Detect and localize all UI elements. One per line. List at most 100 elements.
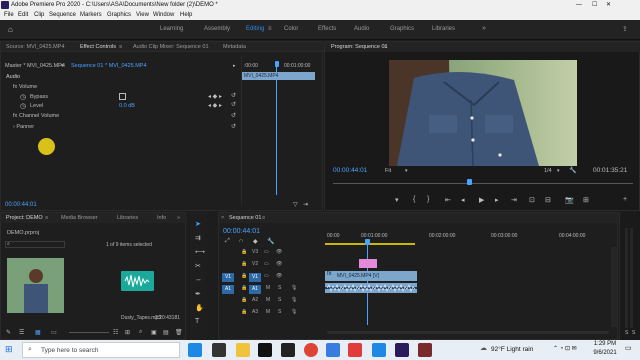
add-marker-icon[interactable]: ◆	[253, 238, 258, 245]
fx-channel-volume[interactable]: fx Channel Volume	[13, 113, 59, 119]
lock-icon[interactable]: 🔒	[241, 285, 247, 291]
edge-icon[interactable]	[188, 343, 202, 357]
hand-tool-icon[interactable]: ✋	[195, 304, 204, 312]
bypass-checkbox[interactable]	[119, 93, 126, 100]
tab-info[interactable]: Info	[157, 215, 166, 221]
master-clip-label[interactable]: Master * MVI_0425.MP4	[5, 63, 65, 69]
list-view-icon[interactable]: ☰	[19, 329, 24, 336]
clear-icon[interactable]: 🗑	[175, 329, 183, 336]
premiere-pro-icon[interactable]	[395, 343, 409, 357]
pencil-icon[interactable]: ✎	[6, 329, 11, 336]
tab-menu-icon[interactable]: ≡	[45, 215, 48, 221]
timeline-settings-icon[interactable]: 🔧	[267, 238, 274, 245]
effect-timecode[interactable]: 00:00:44:01	[5, 202, 37, 208]
file-explorer-icon[interactable]	[236, 343, 250, 357]
ripple-edit-tool-icon[interactable]: ⟷	[195, 248, 205, 256]
new-bin-icon[interactable]: ▣	[151, 329, 157, 336]
audio-clip[interactable]	[325, 283, 417, 293]
tab-source[interactable]: Source: MVI_0425.MP4	[6, 44, 64, 50]
workspace-menu-icon[interactable]: ≡	[268, 26, 272, 32]
comparison-view-icon[interactable]: ⊞	[583, 196, 589, 204]
sequence-clip-label[interactable]: Sequence 01 * MVI_0425.MP4	[71, 63, 147, 69]
audio-thumbnail[interactable]	[121, 271, 154, 291]
notifications-icon[interactable]: ▭	[625, 344, 632, 352]
tab-effect-controls[interactable]: Effect Controls	[80, 44, 116, 50]
weather-text[interactable]: 92°F Light rain	[491, 346, 533, 353]
fit-dropdown[interactable]: Fit	[385, 168, 391, 174]
source-patch-v1[interactable]: V1	[222, 273, 234, 282]
home-icon[interactable]: ⌂	[8, 25, 13, 34]
other-app-icon[interactable]	[418, 343, 432, 357]
workspace-learning[interactable]: Learning	[160, 26, 183, 32]
pen-tool-icon[interactable]: ✒	[195, 290, 201, 298]
eye-icon[interactable]: 👁	[276, 261, 282, 267]
menu-file[interactable]: File	[4, 10, 14, 20]
clip-bar[interactable]: MVI_0425.MP4	[242, 72, 315, 80]
store-icon[interactable]	[258, 343, 272, 357]
solo-button[interactable]: S	[278, 297, 281, 303]
tab-metadata[interactable]: Metadata	[223, 44, 246, 50]
video-clip[interactable]: MVI_0425.MP4 [V]	[325, 271, 417, 281]
workspace-audio[interactable]: Audio	[354, 26, 369, 32]
keyframe-nav-icon[interactable]: ◂ ◆ ▸	[208, 102, 222, 109]
photos-icon[interactable]	[372, 343, 386, 357]
fx-panner[interactable]: › Panner	[13, 124, 34, 130]
mute-button[interactable]: M	[266, 297, 270, 303]
track-name[interactable]: A1	[249, 285, 261, 294]
lock-icon[interactable]: 🔒	[241, 297, 247, 303]
horizontal-scrollbar[interactable]	[327, 331, 609, 334]
freeform-view-icon[interactable]: ▭	[51, 329, 57, 336]
lift-icon[interactable]: ⊡	[529, 196, 535, 204]
level-value[interactable]: 0.0 dB	[119, 103, 135, 109]
close-tab-icon[interactable]: ×	[221, 215, 224, 221]
playhead-icon[interactable]	[467, 179, 472, 185]
razor-tool-icon[interactable]: ✂	[195, 262, 201, 270]
minimize-icon[interactable]: —	[576, 0, 582, 10]
chrome-icon[interactable]	[304, 343, 318, 357]
workspace-assembly[interactable]: Assembly	[204, 26, 230, 32]
program-timecode[interactable]: 00:00:44:01	[333, 167, 367, 174]
tab-menu-icon[interactable]: ≡	[262, 215, 265, 221]
mute-button[interactable]: M	[266, 285, 270, 291]
start-icon[interactable]: ⊞	[5, 344, 13, 355]
lock-icon[interactable]: 🔒	[241, 309, 247, 315]
reset-icon[interactable]: ↺	[231, 112, 236, 119]
more-tabs-icon[interactable]: »	[177, 215, 180, 221]
workspace-color[interactable]: Color	[284, 26, 298, 32]
play-icon[interactable]: ▶	[479, 196, 484, 204]
clock-time[interactable]: 1:29 PM	[591, 341, 619, 347]
menu-sequence[interactable]: Sequence	[49, 10, 76, 20]
more-workspaces-icon[interactable]: »	[482, 25, 486, 32]
add-button-icon[interactable]: +	[623, 196, 627, 203]
mic-icon[interactable]: 🎙	[291, 309, 297, 315]
menu-edit[interactable]: Edit	[18, 10, 28, 20]
linked-selection-icon[interactable]: ∩	[239, 238, 243, 244]
task-view-icon[interactable]	[212, 343, 226, 357]
mic-icon[interactable]: 🎙	[291, 297, 297, 303]
mic-icon[interactable]: 🎙	[291, 285, 297, 291]
lock-icon[interactable]: 🔒	[241, 249, 247, 255]
go-to-out-icon[interactable]: ⇥	[511, 196, 517, 204]
step-back-icon[interactable]: ◂	[461, 196, 465, 204]
timeline-timecode[interactable]: 00:00:44:01	[223, 228, 260, 235]
work-area-bar[interactable]	[325, 243, 415, 245]
clock-date[interactable]: 9/6/2021	[591, 350, 619, 356]
filter-icon[interactable]: ▽	[293, 201, 298, 208]
automate-icon[interactable]: ⊞	[125, 329, 130, 336]
tray-icons[interactable]: ⌃ ◔ ⊡ ✉	[553, 345, 577, 352]
resolution-dropdown-icon[interactable]: ▾	[557, 168, 560, 174]
menu-window[interactable]: Window	[153, 10, 174, 20]
media-player-icon[interactable]	[348, 343, 362, 357]
source-patch-a1[interactable]: A1	[222, 285, 234, 294]
app-icon[interactable]	[326, 343, 340, 357]
reset-icon[interactable]: ↺	[231, 101, 236, 108]
maximize-icon[interactable]: ☐	[592, 0, 597, 10]
menu-help[interactable]: Help	[180, 10, 192, 20]
menu-markers[interactable]: Markers	[80, 10, 102, 20]
selection-tool-icon[interactable]: ➤	[195, 220, 201, 228]
dropdown-icon[interactable]: ▾	[61, 63, 64, 69]
sequence-tab[interactable]: Sequence 01	[229, 215, 261, 221]
step-forward-icon[interactable]: ▸	[495, 196, 499, 204]
weather-icon[interactable]: ☁	[480, 344, 487, 352]
scrub-bar[interactable]	[333, 183, 633, 184]
